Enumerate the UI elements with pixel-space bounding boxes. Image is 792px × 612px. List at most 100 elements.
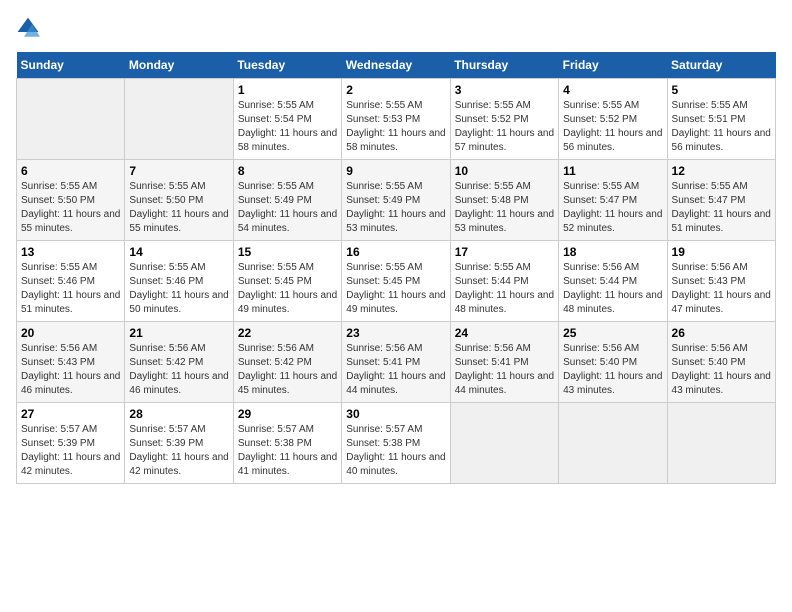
day-cell: 5 Sunrise: 5:55 AMSunset: 5:51 PMDaylight… (667, 79, 775, 160)
day-number: 6 (21, 164, 120, 178)
day-number: 19 (672, 245, 771, 259)
page-header (16, 16, 776, 40)
day-cell: 17 Sunrise: 5:55 AMSunset: 5:44 PMDayligh… (450, 241, 558, 322)
day-info: Sunrise: 5:57 AMSunset: 5:39 PMDaylight:… (21, 423, 120, 479)
day-cell (17, 79, 125, 160)
calendar-table: SundayMondayTuesdayWednesdayThursdayFrid… (16, 52, 776, 484)
day-info: Sunrise: 5:56 AMSunset: 5:41 PMDaylight:… (346, 342, 445, 398)
day-number: 1 (238, 83, 337, 97)
day-info: Sunrise: 5:56 AMSunset: 5:43 PMDaylight:… (21, 342, 120, 398)
day-cell: 2 Sunrise: 5:55 AMSunset: 5:53 PMDaylight… (342, 79, 450, 160)
day-info: Sunrise: 5:56 AMSunset: 5:40 PMDaylight:… (672, 342, 771, 398)
day-number: 10 (455, 164, 554, 178)
day-info: Sunrise: 5:56 AMSunset: 5:42 PMDaylight:… (129, 342, 228, 398)
week-row-3: 13 Sunrise: 5:55 AMSunset: 5:46 PMDayligh… (17, 241, 776, 322)
day-cell: 27 Sunrise: 5:57 AMSunset: 5:39 PMDayligh… (17, 403, 125, 484)
day-number: 5 (672, 83, 771, 97)
day-number: 24 (455, 326, 554, 340)
day-cell: 30Sunrise: 5:57 AMSunset: 5:38 PMDayligh… (342, 403, 450, 484)
day-info: Sunrise: 5:55 AMSunset: 5:45 PMDaylight:… (238, 261, 337, 317)
header-day-tuesday: Tuesday (233, 52, 341, 79)
day-cell: 16 Sunrise: 5:55 AMSunset: 5:45 PMDayligh… (342, 241, 450, 322)
day-info: Sunrise: 5:55 AMSunset: 5:50 PMDaylight:… (129, 180, 228, 236)
header-day-saturday: Saturday (667, 52, 775, 79)
day-number: 22 (238, 326, 337, 340)
day-cell: 25 Sunrise: 5:56 AMSunset: 5:40 PMDayligh… (559, 322, 667, 403)
day-cell (450, 403, 558, 484)
week-row-2: 6 Sunrise: 5:55 AMSunset: 5:50 PMDaylight… (17, 160, 776, 241)
week-row-5: 27 Sunrise: 5:57 AMSunset: 5:39 PMDayligh… (17, 403, 776, 484)
day-cell: 11 Sunrise: 5:55 AMSunset: 5:47 PMDayligh… (559, 160, 667, 241)
day-number: 12 (672, 164, 771, 178)
day-cell: 7Sunrise: 5:55 AMSunset: 5:50 PMDaylight… (125, 160, 233, 241)
day-info: Sunrise: 5:55 AMSunset: 5:46 PMDaylight:… (129, 261, 228, 317)
day-cell: 19 Sunrise: 5:56 AMSunset: 5:43 PMDayligh… (667, 241, 775, 322)
day-number: 17 (455, 245, 554, 259)
day-number: 28 (129, 407, 228, 421)
day-info: Sunrise: 5:56 AMSunset: 5:44 PMDaylight:… (563, 261, 662, 317)
day-info: Sunrise: 5:55 AMSunset: 5:47 PMDaylight:… (563, 180, 662, 236)
day-number: 25 (563, 326, 662, 340)
day-info: Sunrise: 5:56 AMSunset: 5:41 PMDaylight:… (455, 342, 554, 398)
day-info: Sunrise: 5:55 AMSunset: 5:48 PMDaylight:… (455, 180, 554, 236)
day-info: Sunrise: 5:56 AMSunset: 5:43 PMDaylight:… (672, 261, 771, 317)
day-number: 8 (238, 164, 337, 178)
day-info: Sunrise: 5:57 AMSunset: 5:39 PMDaylight:… (129, 423, 228, 479)
day-number: 4 (563, 83, 662, 97)
day-info: Sunrise: 5:55 AMSunset: 5:52 PMDaylight:… (455, 99, 554, 155)
day-info: Sunrise: 5:56 AMSunset: 5:42 PMDaylight:… (238, 342, 337, 398)
day-cell: 3 Sunrise: 5:55 AMSunset: 5:52 PMDaylight… (450, 79, 558, 160)
day-cell: 1 Sunrise: 5:55 AMSunset: 5:54 PMDaylight… (233, 79, 341, 160)
day-info: Sunrise: 5:55 AMSunset: 5:44 PMDaylight:… (455, 261, 554, 317)
day-info: Sunrise: 5:55 AMSunset: 5:45 PMDaylight:… (346, 261, 445, 317)
day-info: Sunrise: 5:55 AMSunset: 5:49 PMDaylight:… (346, 180, 445, 236)
day-info: Sunrise: 5:55 AMSunset: 5:51 PMDaylight:… (672, 99, 771, 155)
day-cell: 26Sunrise: 5:56 AMSunset: 5:40 PMDayligh… (667, 322, 775, 403)
header-day-friday: Friday (559, 52, 667, 79)
calendar-header: SundayMondayTuesdayWednesdayThursdayFrid… (17, 52, 776, 79)
day-info: Sunrise: 5:56 AMSunset: 5:40 PMDaylight:… (563, 342, 662, 398)
day-info: Sunrise: 5:55 AMSunset: 5:46 PMDaylight:… (21, 261, 120, 317)
header-day-monday: Monday (125, 52, 233, 79)
day-cell: 20 Sunrise: 5:56 AMSunset: 5:43 PMDayligh… (17, 322, 125, 403)
week-row-1: 1 Sunrise: 5:55 AMSunset: 5:54 PMDaylight… (17, 79, 776, 160)
day-number: 27 (21, 407, 120, 421)
day-cell: 8 Sunrise: 5:55 AMSunset: 5:49 PMDaylight… (233, 160, 341, 241)
day-number: 3 (455, 83, 554, 97)
day-cell: 14 Sunrise: 5:55 AMSunset: 5:46 PMDayligh… (125, 241, 233, 322)
day-number: 14 (129, 245, 228, 259)
day-number: 20 (21, 326, 120, 340)
day-info: Sunrise: 5:55 AMSunset: 5:54 PMDaylight:… (238, 99, 337, 155)
day-cell (667, 403, 775, 484)
day-info: Sunrise: 5:55 AMSunset: 5:52 PMDaylight:… (563, 99, 662, 155)
day-cell: 22 Sunrise: 5:56 AMSunset: 5:42 PMDayligh… (233, 322, 341, 403)
header-day-sunday: Sunday (17, 52, 125, 79)
day-number: 23 (346, 326, 445, 340)
day-info: Sunrise: 5:55 AMSunset: 5:47 PMDaylight:… (672, 180, 771, 236)
header-row: SundayMondayTuesdayWednesdayThursdayFrid… (17, 52, 776, 79)
day-cell: 9 Sunrise: 5:55 AMSunset: 5:49 PMDaylight… (342, 160, 450, 241)
day-info: Sunrise: 5:55 AMSunset: 5:49 PMDaylight:… (238, 180, 337, 236)
day-info: Sunrise: 5:55 AMSunset: 5:53 PMDaylight:… (346, 99, 445, 155)
day-cell: 21 Sunrise: 5:56 AMSunset: 5:42 PMDayligh… (125, 322, 233, 403)
day-cell: 29Sunrise: 5:57 AMSunset: 5:38 PMDayligh… (233, 403, 341, 484)
day-cell: 24 Sunrise: 5:56 AMSunset: 5:41 PMDayligh… (450, 322, 558, 403)
day-cell: 23 Sunrise: 5:56 AMSunset: 5:41 PMDayligh… (342, 322, 450, 403)
day-number: 9 (346, 164, 445, 178)
day-number: 29 (238, 407, 337, 421)
week-row-4: 20 Sunrise: 5:56 AMSunset: 5:43 PMDayligh… (17, 322, 776, 403)
day-number: 2 (346, 83, 445, 97)
day-cell (125, 79, 233, 160)
logo-icon (16, 16, 40, 40)
day-number: 16 (346, 245, 445, 259)
day-number: 18 (563, 245, 662, 259)
day-number: 15 (238, 245, 337, 259)
day-number: 11 (563, 164, 662, 178)
calendar-body: 1 Sunrise: 5:55 AMSunset: 5:54 PMDaylight… (17, 79, 776, 484)
day-number: 21 (129, 326, 228, 340)
day-cell: 6Sunrise: 5:55 AMSunset: 5:50 PMDaylight… (17, 160, 125, 241)
day-cell (559, 403, 667, 484)
day-cell: 28 Sunrise: 5:57 AMSunset: 5:39 PMDayligh… (125, 403, 233, 484)
day-cell: 13 Sunrise: 5:55 AMSunset: 5:46 PMDayligh… (17, 241, 125, 322)
day-number: 13 (21, 245, 120, 259)
